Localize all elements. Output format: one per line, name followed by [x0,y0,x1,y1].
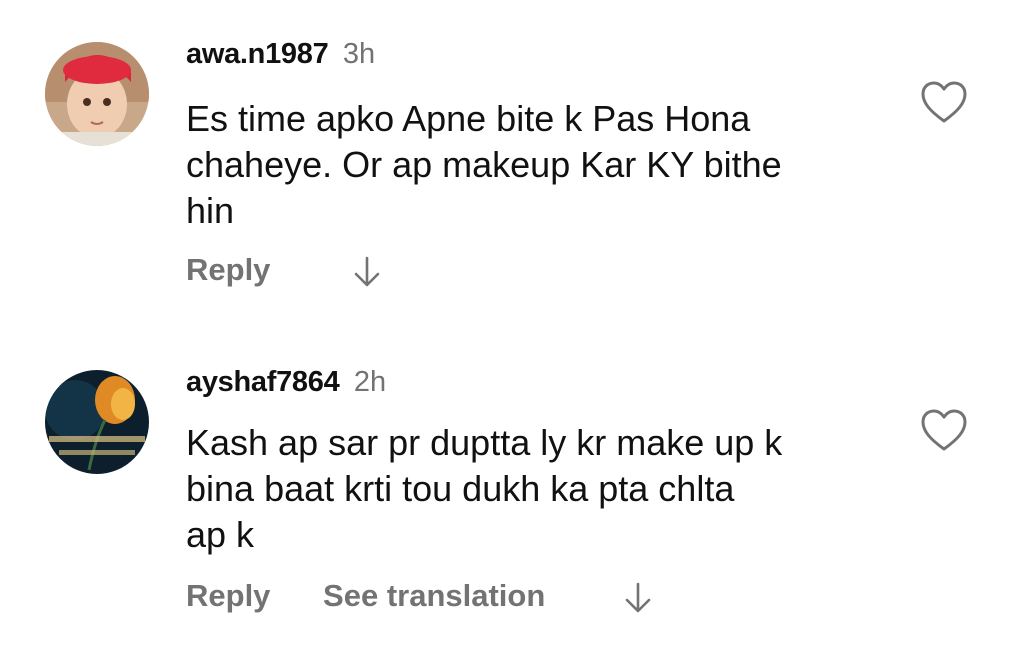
like-button[interactable] [920,408,968,452]
arrow-down-icon [625,582,651,613]
reply-button[interactable]: Reply [186,578,270,614]
comment-actions: Reply See translation [186,578,652,614]
username[interactable]: ayshaf7864 [186,366,340,398]
more-replies-button[interactable] [624,578,652,614]
comment-header: ayshaf7864 2h [186,366,386,399]
dark-flower-avatar [45,370,149,474]
user-avatar[interactable] [45,370,149,474]
see-translation-button[interactable]: See translation [323,578,545,614]
comment-2: ayshaf7864 2h Kash ap sar pr duptta ly k… [0,0,1024,645]
comment-line: Kash ap sar pr duptta ly kr make up k [186,422,783,463]
comment-line: ap k [186,514,255,555]
heart-outline-icon [921,409,967,451]
comment-text: Kash ap sar pr duptta ly kr make up k bi… [186,420,886,558]
comment-line: bina baat krti tou dukh ka pta chlta [186,468,735,509]
timestamp: 2h [353,366,387,398]
